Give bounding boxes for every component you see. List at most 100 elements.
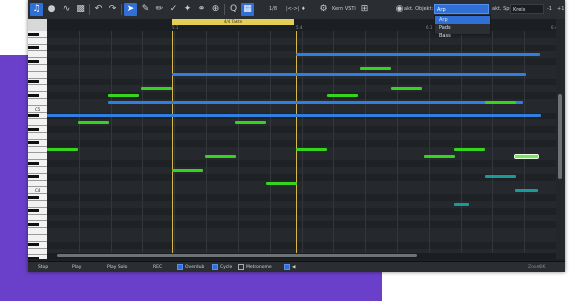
piano-white-key[interactable]	[28, 65, 47, 72]
pointer-tool-icon[interactable]: ➤	[124, 3, 137, 16]
dropdown-item[interactable]: Arp	[435, 16, 490, 24]
horizontal-scroll-thumb[interactable]	[57, 254, 417, 257]
piano-white-key[interactable]	[28, 37, 47, 45]
midi-note[interactable]	[296, 53, 540, 56]
piano-black-key[interactable]	[28, 195, 39, 199]
redo-icon[interactable]: ↷	[106, 3, 119, 16]
piano-black-key[interactable]	[28, 114, 39, 118]
piano-black-key[interactable]	[28, 127, 39, 131]
piano-white-key[interactable]	[28, 133, 47, 140]
piano-black-key[interactable]	[28, 175, 39, 179]
split-tool-icon[interactable]: ✦	[181, 3, 194, 16]
controller-view-icon[interactable]: ▩	[74, 3, 87, 16]
record-button[interactable]: REC	[153, 264, 162, 271]
piano-black-key[interactable]	[28, 161, 39, 165]
piano-white-key[interactable]	[28, 167, 47, 174]
transpose-up-button[interactable]: +1	[557, 4, 564, 15]
midi-note[interactable]	[515, 189, 538, 192]
midi-note[interactable]	[327, 94, 358, 97]
piano-black-key[interactable]	[28, 222, 39, 226]
grid-icon[interactable]: ▦	[241, 3, 254, 16]
piano-black-key[interactable]	[28, 141, 39, 145]
midi-note[interactable]	[454, 148, 485, 151]
midi-note[interactable]	[424, 155, 455, 158]
object-select[interactable]: Arp	[434, 4, 489, 14]
piano-white-key[interactable]	[28, 51, 47, 59]
midi-note[interactable]	[78, 121, 109, 124]
undo-icon[interactable]: ↶	[92, 3, 105, 16]
piano-black-key[interactable]	[28, 32, 39, 36]
overdub-checkbox[interactable]	[177, 264, 183, 270]
piano-black-key[interactable]	[28, 93, 39, 97]
dropdown-item[interactable]: Pads	[435, 24, 490, 32]
metronome-checkbox[interactable]	[238, 264, 244, 270]
piano-black-key[interactable]	[28, 209, 39, 213]
beat-line	[461, 31, 462, 259]
vertical-scrollbar[interactable]	[556, 19, 565, 259]
settings-grid-icon[interactable]: ⊞	[358, 3, 371, 16]
piano-black-key[interactable]	[28, 80, 39, 84]
piano-white-key[interactable]	[28, 201, 47, 208]
midi-note[interactable]	[235, 121, 266, 124]
piano-white-key[interactable]	[28, 153, 47, 161]
midi-note[interactable]	[485, 175, 516, 178]
horizontal-scrollbar[interactable]	[47, 253, 556, 259]
zoom-tool-icon[interactable]: ⊕	[209, 3, 222, 16]
piano-black-key[interactable]	[28, 59, 39, 63]
drum-view-icon[interactable]: ●	[45, 3, 58, 16]
piano-white-key[interactable]	[28, 180, 47, 188]
midi-note[interactable]	[108, 94, 139, 97]
midi-note[interactable]	[454, 203, 469, 206]
piano-keyboard[interactable]: C5C4C3	[28, 19, 47, 259]
ticks-selector[interactable]: |<->| ♦	[286, 4, 306, 15]
midi-note[interactable]	[360, 67, 391, 70]
piano-black-key[interactable]	[28, 46, 39, 50]
midi-note[interactable]	[391, 87, 422, 90]
piano-white-key[interactable]	[28, 99, 47, 106]
instrument-label[interactable]: Kern VSTi	[332, 4, 356, 15]
quantize-icon[interactable]: Q	[227, 3, 240, 16]
piano-white-key[interactable]	[28, 248, 47, 256]
midi-note[interactable]	[514, 154, 539, 159]
loop-region[interactable]: 4/4 Takte	[172, 19, 294, 25]
source-select[interactable]: Kreis	[510, 4, 544, 14]
play-solo-button[interactable]: Play Solo	[107, 264, 127, 271]
cycle-checkbox[interactable]	[212, 264, 218, 270]
transpose-down-button[interactable]: -1	[547, 4, 552, 15]
stop-button[interactable]: Stop	[38, 264, 48, 271]
vertical-scroll-thumb[interactable]	[558, 94, 562, 179]
midi-note[interactable]	[47, 114, 541, 117]
piano-white-key[interactable]	[28, 146, 47, 154]
midi-note[interactable]	[172, 169, 203, 172]
midi-note[interactable]	[205, 155, 236, 158]
midi-note[interactable]	[266, 182, 297, 185]
piano-white-key[interactable]	[28, 214, 47, 222]
piano-view-icon[interactable]: ♫	[30, 3, 43, 16]
piano-white-key[interactable]	[28, 71, 47, 79]
midi-note[interactable]	[296, 148, 327, 151]
dropdown-item[interactable]: Bass	[435, 32, 490, 40]
gear-icon[interactable]: ⚙	[317, 3, 330, 16]
piano-white-key[interactable]	[28, 119, 47, 127]
midi-note[interactable]	[47, 148, 78, 151]
quantize-value[interactable]: 1/8	[269, 4, 277, 15]
midi-note[interactable]	[172, 73, 526, 76]
speaker-icon[interactable]: ◀	[292, 264, 295, 271]
pencil-tool-icon[interactable]: ✎	[139, 3, 152, 16]
piano-black-key[interactable]	[28, 243, 39, 247]
midi-note[interactable]	[485, 101, 516, 104]
speaker-checkbox[interactable]	[284, 264, 290, 270]
ok-button[interactable]: OK	[539, 264, 546, 271]
midi-note[interactable]	[141, 87, 172, 90]
line-tool-icon[interactable]: ✓	[167, 3, 180, 16]
wave-view-icon[interactable]: ∿	[60, 3, 73, 16]
play-button[interactable]: Play	[72, 264, 81, 271]
mute-tool-icon[interactable]: ⚭	[195, 3, 208, 16]
note-grid[interactable]: 4/4 Takte 5.15.46.16.4	[47, 19, 556, 259]
piano-white-key[interactable]	[28, 235, 47, 242]
midi-note[interactable]	[108, 101, 523, 104]
brush-tool-icon[interactable]: ✏	[153, 3, 166, 16]
piano-white-key[interactable]	[28, 228, 47, 235]
piano-white-key[interactable]	[28, 85, 47, 93]
piano-black-key[interactable]	[28, 256, 39, 259]
